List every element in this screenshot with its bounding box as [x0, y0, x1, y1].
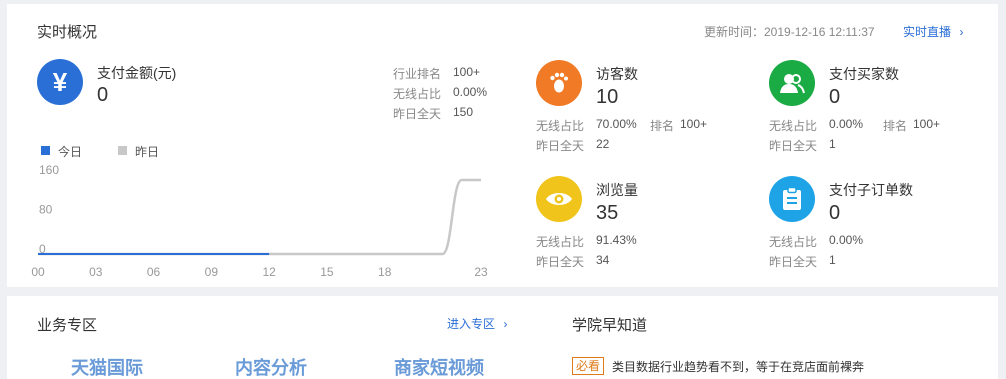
buyers-yesterday-label: 昨日全天	[769, 139, 818, 153]
x-tick-label: 00	[31, 265, 45, 279]
visitors-value: 10	[596, 86, 619, 108]
wireless-ratio-label: 无线占比	[393, 87, 442, 101]
must-read-badge: 必看	[572, 357, 605, 375]
visitors-wireless-label: 无线占比	[536, 119, 585, 133]
business-zone-title: 业务专区	[37, 317, 98, 334]
yesterday-total-label: 昨日全天	[393, 107, 442, 121]
zone-content-analysis[interactable]: 内容分析	[235, 354, 307, 379]
pageviews-wireless-value: 91.43%	[596, 233, 637, 247]
clipboard-icon	[769, 176, 815, 222]
chevron-right-icon[interactable]: ›	[503, 317, 507, 331]
yesterday-total-value: 150	[453, 105, 474, 119]
buyers-rank-value: 100+	[913, 117, 941, 131]
zone-tmall-international[interactable]: 天猫国际	[71, 354, 143, 379]
pageviews-yesterday-label: 昨日全天	[536, 255, 585, 269]
visitors-rank-value: 100+	[680, 117, 708, 131]
industry-rank-label: 行业排名	[393, 67, 442, 81]
live-link[interactable]: 实时直播 ›	[903, 23, 963, 41]
y-tick-label: 80	[39, 203, 53, 217]
x-tick-label: 18	[378, 265, 392, 279]
enter-zone-label[interactable]: 进入专区	[447, 317, 495, 331]
industry-rank-value: 100+	[453, 65, 481, 79]
footprint-icon	[536, 60, 582, 106]
legend-yesterday-label: 昨日	[135, 145, 160, 159]
zone-merchant-short-video[interactable]: 商家短视频	[394, 354, 484, 379]
pageviews-value: 35	[596, 202, 619, 224]
visitors-wireless-value: 70.00%	[596, 117, 637, 131]
buyers-wireless-value: 0.00%	[829, 117, 864, 131]
yuan-icon: ¥	[37, 59, 83, 105]
x-tick-label: 06	[147, 265, 161, 279]
live-link-label[interactable]: 实时直播	[903, 25, 951, 39]
wireless-ratio-value: 0.00%	[453, 85, 488, 99]
visitors-yesterday-label: 昨日全天	[536, 139, 585, 153]
suborders-wireless-value: 0.00%	[829, 233, 864, 247]
overview-title: 实时概况	[37, 24, 98, 41]
realtime-line-chart: 16080000 03 06 09 12 15 18 23	[31, 163, 488, 279]
legend-today-swatch	[41, 146, 50, 155]
realtime-overview-card: 实时概况 更新时间：2019-12-16 12:11:37 实时直播 › ¥ 支…	[7, 4, 998, 287]
buyers-yesterday-value: 1	[829, 137, 836, 151]
series-line-yesterday	[38, 178, 481, 256]
eye-icon	[536, 176, 582, 222]
visitors-rank-label: 排名	[650, 119, 675, 133]
x-tick-label: 23	[474, 265, 488, 279]
x-tick-label: 15	[320, 265, 334, 279]
buyers-wireless-label: 无线占比	[769, 119, 818, 133]
buyers-value: 0	[829, 86, 841, 108]
update-time: 更新时间：2019-12-16 12:11:37	[704, 25, 875, 39]
news-item[interactable]: 类目数据行业趋势看不到，等于在竞店面前裸奔	[612, 358, 864, 375]
suborders-yesterday-label: 昨日全天	[769, 255, 818, 269]
legend-yesterday-swatch	[118, 146, 127, 155]
x-tick-label: 09	[205, 265, 219, 279]
pageviews-yesterday-value: 34	[596, 253, 610, 267]
x-tick-label: 12	[262, 265, 276, 279]
academy-title: 学院早知道	[572, 317, 648, 334]
buyers-rank-label: 排名	[883, 119, 908, 133]
enter-zone-link[interactable]: 进入专区 ›	[447, 315, 507, 333]
suborders-label: 支付子订单数	[829, 182, 913, 198]
x-tick-label: 03	[89, 265, 103, 279]
pageviews-label: 浏览量	[596, 182, 638, 198]
visitors-label: 访客数	[596, 66, 638, 82]
suborders-value: 0	[829, 202, 841, 224]
business-zone-card: 业务专区 进入专区 › 天猫国际 内容分析 商家短视频 学院早知道 必看 类目数…	[7, 296, 998, 379]
users-icon	[769, 60, 815, 106]
payment-amount-label: 支付金额(元)	[97, 65, 177, 81]
chevron-right-icon[interactable]: ›	[959, 25, 963, 39]
legend-today-label: 今日	[58, 145, 83, 159]
payment-amount-value: 0	[97, 84, 109, 106]
pageviews-wireless-label: 无线占比	[536, 235, 585, 249]
y-tick-label: 160	[39, 163, 59, 177]
suborders-yesterday-value: 1	[829, 253, 836, 267]
visitors-yesterday-value: 22	[596, 137, 610, 151]
buyers-label: 支付买家数	[829, 66, 899, 82]
suborders-wireless-label: 无线占比	[769, 235, 818, 249]
